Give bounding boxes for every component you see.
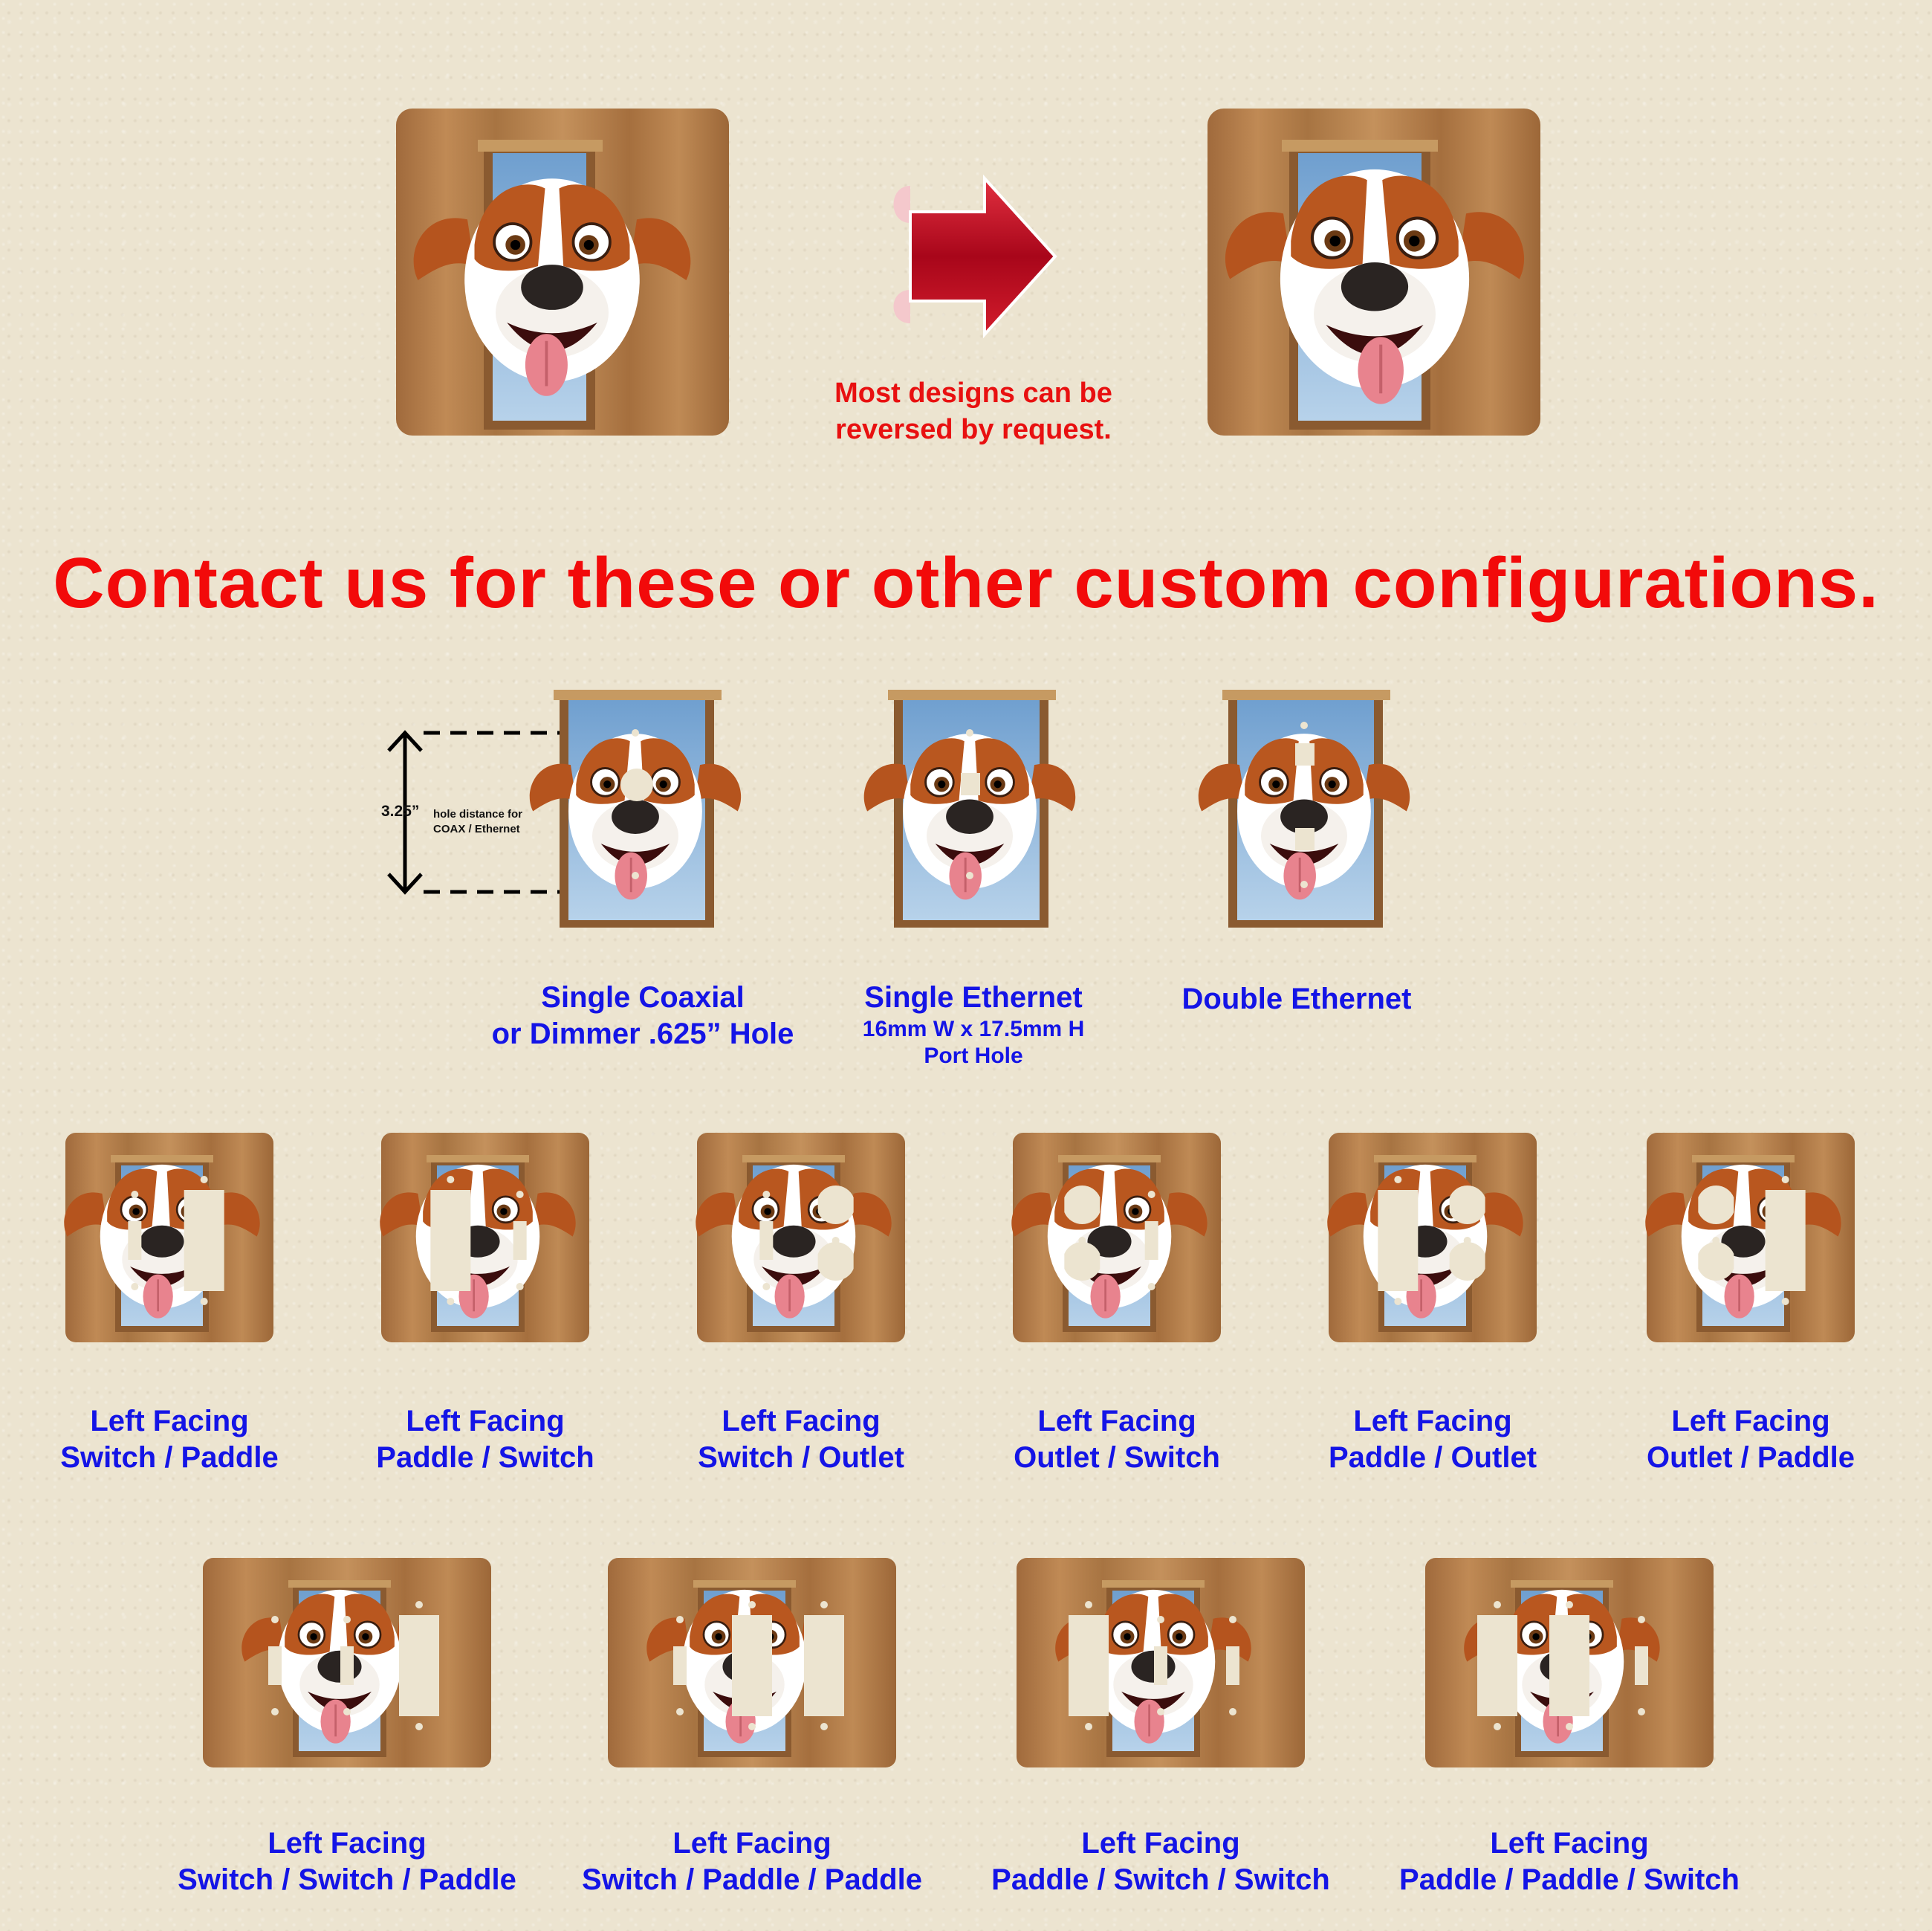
triple-plate (608, 1558, 896, 1767)
dimension-value: 3.25” (381, 803, 420, 820)
label-line1: Left Facing (672, 1827, 832, 1860)
label-line2: Paddle / Outlet (1328, 1440, 1537, 1474)
reversal-note-line2: reversed by request. (835, 414, 1112, 446)
single-plate-label: Single Coaxial or Dimmer .625” Hole (479, 980, 806, 1052)
label-line2: Paddle / Switch (376, 1440, 594, 1474)
label-line1: Left Facing (90, 1405, 249, 1437)
headline: Contact us for these or other custom con… (53, 543, 1879, 623)
triple-plate-label: Left Facing Paddle / Paddle / Switch (1358, 1825, 1780, 1898)
label-line1: Left Facing (1353, 1405, 1512, 1437)
label-line2: Outlet / Switch (1014, 1440, 1220, 1474)
double-plate (1644, 1133, 1855, 1342)
double-plate-label: Left Facing Paddle / Outlet (1269, 1403, 1596, 1476)
single-ethernet-line2: 16mm W x 17.5mm H (862, 1016, 1085, 1041)
label-line1: Left Facing (1671, 1405, 1830, 1437)
double-plate (1326, 1133, 1537, 1342)
reversal-note: Most designs can be reversed by request. (780, 375, 1167, 449)
single-coaxial-line2: or Dimmer .625” Hole (491, 1017, 794, 1050)
double-ethernet-plate (1197, 690, 1411, 928)
single-plate-label: Double Ethernet (1148, 981, 1445, 1018)
single-plate-label: Single Ethernet 16mm W x 17.5mm H Port H… (825, 980, 1122, 1070)
double-plate (62, 1133, 273, 1342)
double-plate (694, 1133, 905, 1342)
triple-plate (1017, 1558, 1305, 1767)
triple-plate-label: Left Facing Switch / Switch / Paddle (136, 1825, 558, 1898)
original-plate (396, 109, 729, 436)
double-plate-label: Left Facing Outlet / Paddle (1587, 1403, 1914, 1476)
label-line1: Left Facing (1037, 1405, 1196, 1437)
label-line1: Left Facing (1490, 1827, 1649, 1860)
triple-plate (1425, 1558, 1714, 1767)
dimension-caption-1: hole distance for (433, 808, 523, 821)
label-line2: Switch / Outlet (698, 1440, 904, 1474)
label-line1: Left Facing (406, 1405, 565, 1437)
label-line2: Outlet / Paddle (1646, 1440, 1855, 1474)
dimension-caption-2: COAX / Ethernet (433, 823, 520, 835)
triple-plate-label: Left Facing Switch / Paddle / Paddle (541, 1825, 963, 1898)
label-line2: Switch / Paddle / Paddle (582, 1863, 922, 1896)
label-line1: Left Facing (268, 1827, 427, 1860)
label-line2: Paddle / Paddle / Switch (1399, 1863, 1740, 1896)
label-line2: Paddle / Switch / Switch (991, 1863, 1330, 1896)
double-ethernet-line1: Double Ethernet (1181, 983, 1412, 1015)
double-plate-label: Left Facing Switch / Paddle (6, 1403, 333, 1476)
single-ethernet-plate (863, 690, 1077, 928)
triple-plate-label: Left Facing Paddle / Switch / Switch (950, 1825, 1372, 1898)
label-line1: Left Facing (1081, 1827, 1240, 1860)
red-arrow-icon (893, 174, 1057, 339)
double-plate (1010, 1133, 1221, 1342)
double-plate-label: Left Facing Switch / Outlet (638, 1403, 965, 1476)
single-coaxial-line1: Single Coaxial (541, 981, 745, 1014)
reversal-note-line1: Most designs can be (834, 378, 1112, 409)
label-line2: Switch / Paddle (60, 1440, 279, 1474)
label-line2: Switch / Switch / Paddle (178, 1863, 516, 1896)
reversed-plate (1208, 109, 1540, 436)
single-ethernet-line3: Port Hole (924, 1044, 1023, 1069)
double-plate (378, 1133, 589, 1342)
label-line1: Left Facing (722, 1405, 881, 1437)
double-plate-label: Left Facing Paddle / Switch (322, 1403, 649, 1476)
triple-plate (203, 1558, 491, 1767)
single-ethernet-line1: Single Ethernet (864, 981, 1083, 1014)
double-plate-label: Left Facing Outlet / Switch (953, 1403, 1280, 1476)
single-coaxial-plate (528, 690, 742, 928)
